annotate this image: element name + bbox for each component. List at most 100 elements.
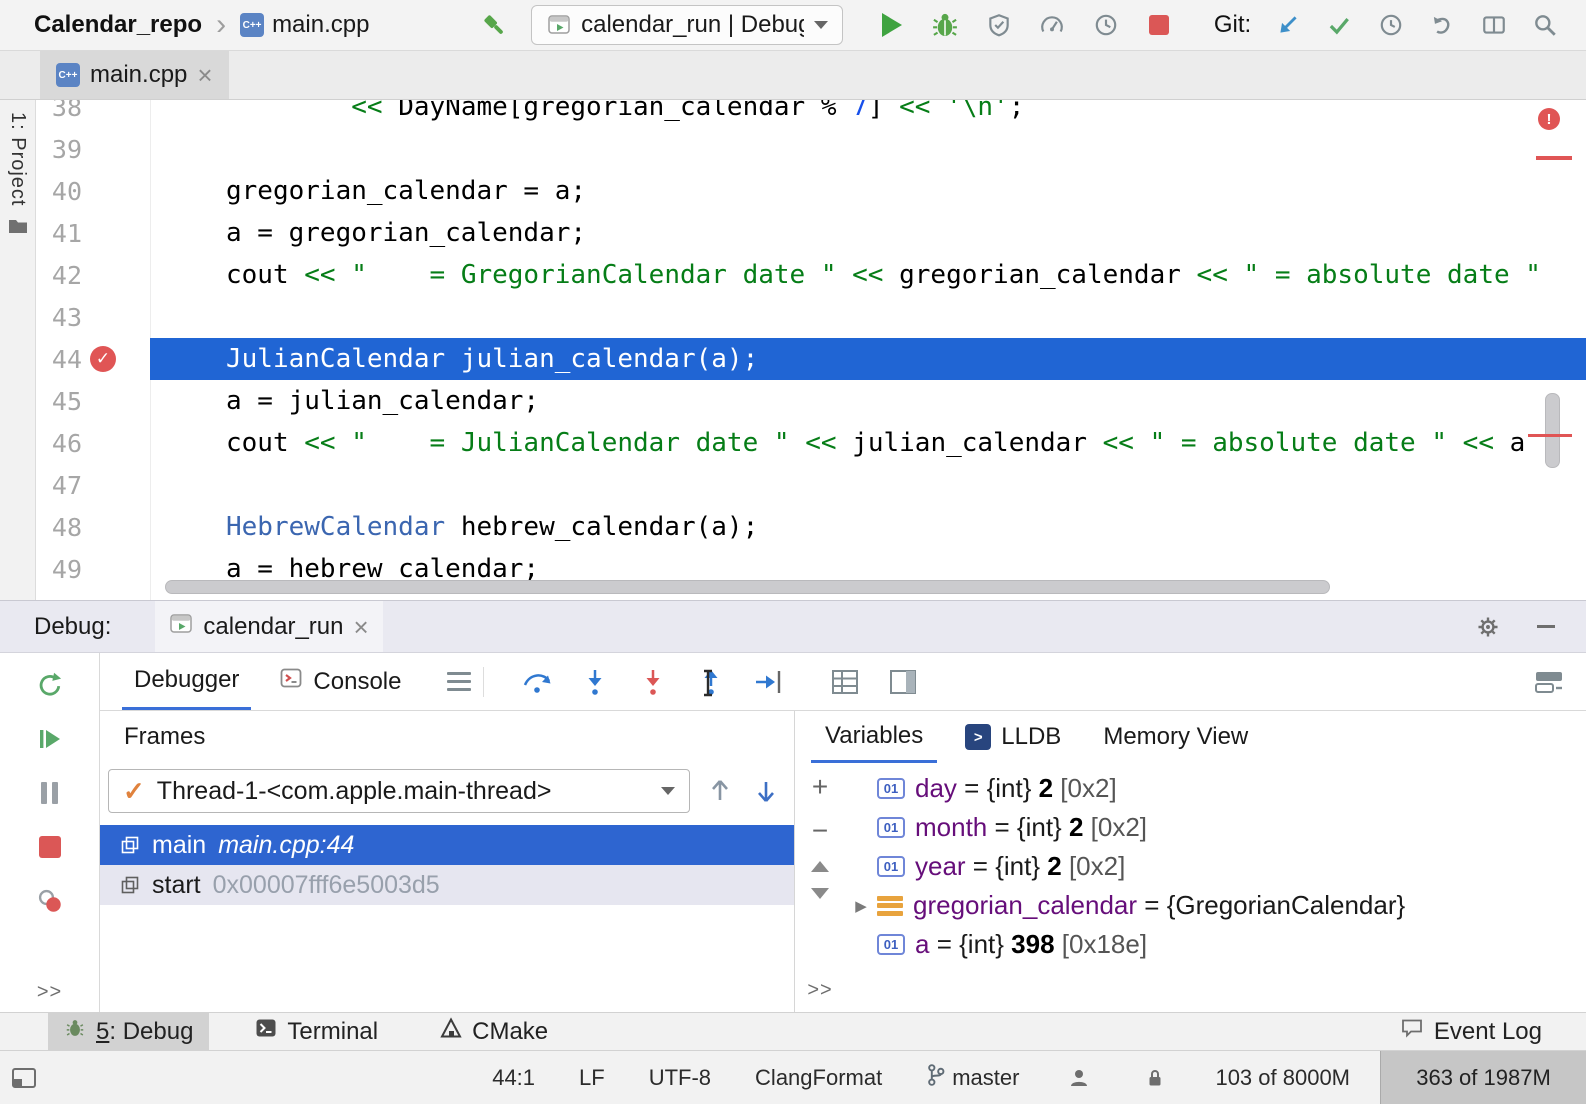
search-icon[interactable] — [1531, 9, 1560, 41]
line-gutter[interactable]: 40 — [36, 170, 150, 212]
more-icon[interactable]: >> — [37, 981, 62, 1004]
code-text[interactable]: a = julian_calendar; — [150, 380, 1586, 422]
line-gutter[interactable]: 39 — [36, 128, 150, 170]
rollback-button[interactable] — [1428, 9, 1457, 41]
toggle-toolwindows-icon[interactable] — [8, 1062, 40, 1094]
line-gutter[interactable]: 47 — [36, 464, 150, 506]
thread-select[interactable]: ✓ Thread-1-<com.apple.main-thread> — [108, 769, 690, 813]
run-with-profiler-button[interactable] — [1091, 9, 1120, 41]
move-up-icon[interactable] — [811, 861, 829, 872]
step-out-icon[interactable] — [694, 665, 728, 699]
tab-variables[interactable]: Variables — [811, 711, 937, 763]
line-gutter[interactable]: 38 — [36, 100, 150, 128]
step-into-icon[interactable] — [578, 665, 612, 699]
settings-gear-icon[interactable] — [1472, 611, 1504, 643]
error-stripe-mark[interactable] — [1528, 434, 1572, 437]
code-text[interactable] — [150, 128, 1586, 170]
force-step-into-icon[interactable] — [636, 665, 670, 699]
inspections-icon[interactable] — [1063, 1062, 1095, 1094]
view-breakpoints-button[interactable] — [34, 885, 66, 917]
tab-console[interactable]: Console — [267, 653, 413, 710]
pause-button[interactable] — [34, 777, 66, 809]
event-log-button[interactable]: Event Log — [1384, 1013, 1558, 1050]
stack-frame-row[interactable]: start0x00007fff6e5003d5 — [100, 865, 794, 905]
right-panel-icon[interactable] — [886, 665, 920, 699]
compare-button[interactable] — [1479, 9, 1508, 41]
line-gutter[interactable]: 49 — [36, 548, 150, 590]
line-gutter[interactable]: 48 — [36, 506, 150, 548]
remove-watch-button[interactable]: − — [812, 817, 828, 845]
line-gutter[interactable]: 46 — [36, 422, 150, 464]
code-text[interactable] — [150, 296, 1586, 338]
code-text[interactable]: cout << " = GregorianCalendar date " << … — [150, 254, 1586, 296]
rerun-button[interactable] — [34, 669, 66, 701]
line-gutter[interactable]: 45 — [36, 380, 150, 422]
tab-main-cpp[interactable]: C++ main.cpp × — [40, 51, 229, 99]
error-stripe-mark[interactable] — [1536, 156, 1572, 160]
code-text[interactable]: << DayName[gregorian_calendar % 7] << '\… — [150, 100, 1586, 128]
step-over-icon[interactable] — [520, 665, 554, 699]
update-project-button[interactable] — [1273, 9, 1302, 41]
caret-position[interactable]: 44:1 — [492, 1065, 535, 1091]
breadcrumb-file[interactable]: main.cpp — [272, 11, 369, 39]
variable-row[interactable]: 01a = {int} 398 [0x18e] — [845, 925, 1586, 964]
breadcrumb-project[interactable]: Calendar_repo — [34, 11, 202, 39]
lock-icon[interactable] — [1139, 1062, 1171, 1094]
run-button[interactable] — [877, 9, 906, 41]
variable-row[interactable]: 01year = {int} 2 [0x2] — [845, 847, 1586, 886]
code-text[interactable] — [150, 464, 1586, 506]
layout-settings-icon[interactable] — [1532, 665, 1566, 699]
run-to-cursor-icon[interactable] — [752, 665, 786, 699]
stop-debug-button[interactable] — [34, 831, 66, 863]
code-text[interactable]: cout << " = JulianCalendar date " << jul… — [150, 422, 1586, 464]
line-gutter[interactable]: 41 — [36, 212, 150, 254]
stack-frame-row[interactable]: mainmain.cpp:44 — [100, 825, 794, 865]
project-stripe-button[interactable]: 1: Project — [6, 112, 29, 206]
more-icon[interactable]: >> — [807, 979, 832, 1002]
profiler-button[interactable] — [1037, 9, 1066, 41]
build-hammer-icon[interactable] — [479, 9, 508, 41]
vertical-scrollbar[interactable] — [1545, 393, 1560, 468]
git-branch-widget[interactable]: master — [926, 1063, 1019, 1093]
code-text[interactable]: gregorian_calendar = a; — [150, 170, 1586, 212]
move-down-icon[interactable] — [811, 888, 829, 899]
code-formatter[interactable]: ClangFormat — [755, 1065, 882, 1091]
variable-row[interactable]: ▶gregorian_calendar = {GregorianCalendar… — [845, 886, 1586, 925]
horizontal-scrollbar[interactable] — [165, 580, 1330, 594]
expand-arrow-icon[interactable]: ▶ — [845, 897, 877, 915]
hide-button[interactable] — [1530, 611, 1562, 643]
add-watch-button[interactable]: + — [812, 773, 828, 801]
close-icon[interactable]: × — [197, 62, 212, 88]
tab-memory-view[interactable]: Memory View — [1089, 711, 1262, 763]
debug-button[interactable] — [930, 9, 959, 41]
debug-session-tab[interactable]: calendar_run × — [155, 601, 382, 652]
code-text[interactable]: HebrewCalendar hebrew_calendar(a); — [150, 506, 1586, 548]
line-gutter[interactable]: 50 — [36, 590, 150, 600]
line-gutter[interactable]: 43 — [36, 296, 150, 338]
resume-button[interactable] — [34, 723, 66, 755]
toolwindow-cmake-button[interactable]: CMake — [424, 1013, 564, 1050]
previous-frame-icon[interactable] — [704, 775, 736, 807]
inspection-error-icon[interactable]: ! — [1538, 108, 1560, 130]
tab-lldb[interactable]: > LLDB — [951, 711, 1075, 763]
run-config-select[interactable]: calendar_run | Debug — [531, 5, 843, 45]
evaluate-grid-icon[interactable] — [828, 665, 862, 699]
toolwindow-debug-button[interactable]: 5: Debug — [48, 1013, 209, 1050]
code-editor[interactable]: 38 << DayName[gregorian_calendar % 7] <<… — [36, 100, 1586, 600]
tab-debugger[interactable]: Debugger — [122, 653, 251, 710]
line-gutter[interactable]: 42 — [36, 254, 150, 296]
memory-indicator-widget[interactable]: 363 of 1987M — [1380, 1051, 1586, 1104]
breakpoint-icon[interactable]: ✓ — [82, 346, 124, 372]
close-icon[interactable]: × — [354, 614, 369, 640]
stop-button[interactable] — [1144, 9, 1173, 41]
commit-button[interactable] — [1325, 9, 1354, 41]
vcs-history-button[interactable] — [1376, 9, 1405, 41]
variable-row[interactable]: 01month = {int} 2 [0x2] — [845, 808, 1586, 847]
variable-row[interactable]: 01day = {int} 2 [0x2] — [845, 769, 1586, 808]
file-encoding[interactable]: UTF-8 — [649, 1065, 711, 1091]
execution-line-code[interactable]: JulianCalendar julian_calendar(a); — [150, 338, 1586, 380]
line-gutter[interactable]: 44✓ — [36, 338, 150, 380]
line-separator[interactable]: LF — [579, 1065, 605, 1091]
toolwindow-terminal-button[interactable]: Terminal — [239, 1013, 394, 1050]
layout-options-icon[interactable] — [447, 672, 471, 691]
